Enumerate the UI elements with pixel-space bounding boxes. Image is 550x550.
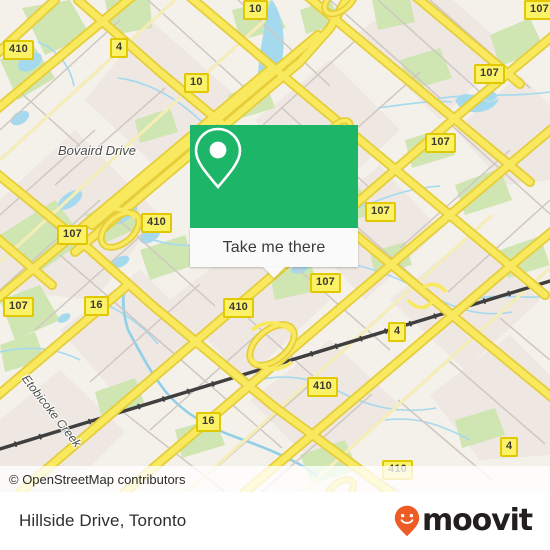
route-shield: 107	[365, 202, 396, 222]
moovit-wordmark: moovit	[421, 503, 533, 538]
route-shield: 4	[110, 38, 129, 58]
popup-pointer-tail	[263, 267, 285, 278]
route-shield: 410	[3, 40, 34, 60]
route-shield: 107	[474, 64, 505, 84]
route-shield: 410	[307, 377, 338, 397]
route-shield: 4	[500, 437, 519, 457]
footer-bar: Hillside Drive, Toronto moovit	[0, 492, 550, 550]
osm-attribution-text[interactable]: © OpenStreetMap contributors	[9, 472, 186, 487]
take-me-there-button[interactable]: Take me there	[190, 228, 358, 267]
route-shield: 10	[243, 0, 268, 20]
moovit-logo[interactable]: moovit	[394, 503, 533, 538]
route-shield: 10	[184, 73, 209, 93]
place-name: Hillside Drive, Toronto	[19, 511, 187, 530]
map-screen: Bovaird Drive Etobicoke Creek 10 410 4 10 10…	[0, 0, 550, 550]
moovit-pin-smiley-icon	[394, 505, 420, 537]
route-shield: 107	[3, 297, 34, 317]
map-pin-icon	[194, 127, 242, 190]
route-shield: 16	[196, 412, 221, 432]
take-me-there-label: Take me there	[222, 238, 326, 256]
route-shield: 16	[84, 296, 109, 316]
route-shield: 107	[310, 273, 341, 293]
popup-marker-area	[190, 125, 358, 228]
route-shield: 4	[388, 322, 407, 342]
map-label-bovaird-drive: Bovaird Drive	[58, 143, 137, 158]
route-shield: 107	[57, 225, 88, 245]
route-shield: 410	[223, 298, 254, 318]
route-shield: 410	[141, 213, 172, 233]
route-shield: 107	[425, 133, 456, 153]
route-shield: 107	[524, 0, 550, 20]
map-attribution-bar: © OpenStreetMap contributors	[0, 466, 550, 492]
map-canvas[interactable]: Bovaird Drive Etobicoke Creek 10 410 4 10 10…	[0, 0, 550, 492]
location-popup[interactable]: Take me there	[190, 125, 358, 278]
